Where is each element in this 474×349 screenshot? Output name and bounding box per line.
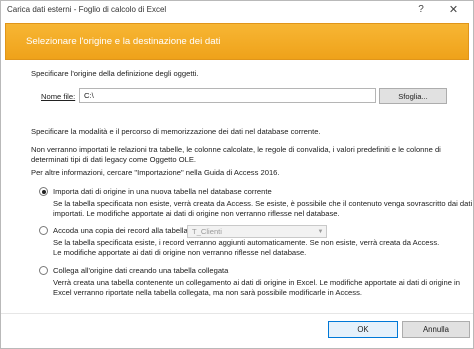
storage-help-line: Per altre informazioni, cercare "Importa… — [31, 168, 280, 177]
source-intro: Specificare l'origine della definizione … — [31, 69, 199, 78]
close-icon[interactable]: ✕ — [434, 1, 473, 18]
dialog-window: Carica dati esterni - Foglio di calcolo … — [0, 0, 474, 349]
option-append-desc-line2: Le modifiche apportate ai dati di origin… — [53, 248, 307, 257]
option-import-radio[interactable] — [39, 187, 48, 196]
browse-button[interactable]: Sfoglia... — [379, 88, 447, 104]
option-append-radio[interactable] — [39, 226, 48, 235]
title-bar: Carica dati esterni - Foglio di calcolo … — [1, 1, 473, 19]
option-append-label[interactable]: Accoda una copia dei record alla tabella… — [53, 225, 190, 236]
file-name-label-text: Nome file: — [41, 92, 76, 101]
option-import-desc-line2: importati. Le modifiche apportate ai dat… — [53, 209, 340, 218]
file-name-input[interactable] — [79, 88, 376, 103]
cancel-button[interactable]: Annulla — [402, 321, 470, 338]
chevron-down-icon: ▼ — [317, 228, 324, 235]
storage-intro: Specificare la modalità e il percorso di… — [31, 127, 321, 136]
option-link-desc-line2: Excel verranno riportate nella tabella c… — [53, 288, 362, 297]
option-link-label[interactable]: Collega all'origine dati creando una tab… — [53, 265, 228, 276]
option-link-radio[interactable] — [39, 266, 48, 275]
option-import-label[interactable]: Importa dati di origine in una nuova tab… — [53, 186, 272, 197]
header-banner: Selezionare l'origine e la destinazione … — [5, 23, 469, 60]
append-table-value: T_Clienti — [192, 227, 222, 236]
ok-button[interactable]: OK — [328, 321, 398, 338]
footer-divider — [1, 313, 473, 314]
window-title: Carica dati esterni - Foglio di calcolo … — [7, 5, 167, 14]
storage-note-line2: determinati tipi di dati legacy come Ogg… — [31, 155, 197, 164]
banner-title: Selezionare l'origine e la destinazione … — [26, 36, 221, 47]
help-icon[interactable]: ? — [408, 1, 434, 18]
file-name-label: Nome file: — [41, 92, 75, 101]
